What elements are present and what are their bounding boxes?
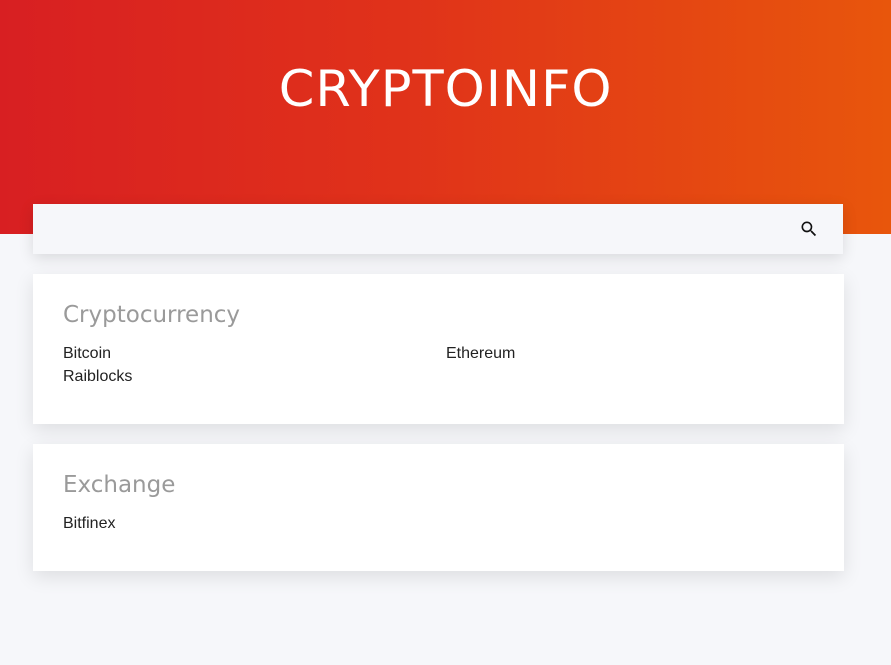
cryptocurrency-section: Cryptocurrency Bitcoin Ethereum Raiblock… bbox=[33, 274, 844, 424]
section-title: Exchange bbox=[63, 472, 176, 498]
list-item-bitcoin[interactable]: Bitcoin bbox=[63, 344, 446, 364]
exchange-list: Bitfinex bbox=[63, 514, 823, 534]
section-title: Cryptocurrency bbox=[63, 302, 241, 328]
site-logo[interactable]: CRYPTOINFO bbox=[0, 56, 891, 122]
hero-banner: CRYPTOINFO bbox=[0, 0, 891, 234]
cryptocurrency-list: Bitcoin Ethereum Raiblocks bbox=[63, 344, 823, 387]
list-item-ethereum[interactable]: Ethereum bbox=[446, 344, 829, 364]
logo-text: CRYPTOINFO bbox=[278, 60, 613, 118]
exchange-section: Exchange Bitfinex bbox=[33, 444, 844, 571]
search-input[interactable] bbox=[33, 204, 773, 254]
list-item-bitfinex[interactable]: Bitfinex bbox=[63, 514, 446, 534]
search-bar bbox=[33, 204, 843, 254]
list-item-raiblocks[interactable]: Raiblocks bbox=[63, 367, 446, 387]
search-icon[interactable] bbox=[799, 219, 819, 239]
